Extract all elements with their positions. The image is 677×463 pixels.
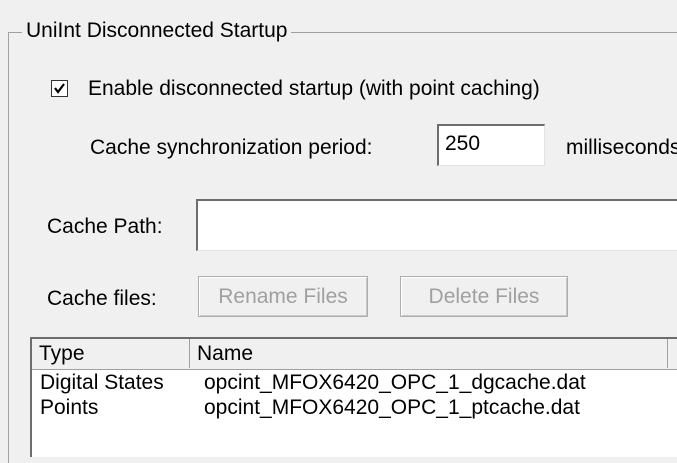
sync-period-input[interactable]: 250 [437,124,545,166]
cache-path-input[interactable] [196,199,677,251]
group-title: UniInt Disconnected Startup [22,19,292,43]
rename-files-button[interactable]: Rename Files [198,276,368,317]
row-name-cell: opcint_MFOX6420_OPC_1_dgcache.dat [204,371,586,394]
sync-period-unit: milliseconds [566,136,677,159]
checkmark-icon [54,83,65,94]
row-type-cell: Points [40,396,99,419]
row-type-cell: Digital States [40,371,164,394]
column-header-type[interactable]: Type [32,339,190,368]
cache-path-label: Cache Path: [47,215,163,238]
cache-files-list[interactable]: Type Name Digital States opcint_MFOX6420… [30,337,677,457]
row-name-cell: opcint_MFOX6420_OPC_1_ptcache.dat [204,396,580,419]
enable-disconnected-startup-label[interactable]: Enable disconnected startup (with point … [88,77,540,101]
list-header: Type Name [32,339,677,370]
column-header-name[interactable]: Name [190,339,668,368]
sync-period-value: 250 [445,132,481,155]
cache-files-label: Cache files: [47,287,157,310]
enable-disconnected-startup-checkbox[interactable] [51,80,68,97]
delete-files-button[interactable]: Delete Files [400,276,568,317]
sync-period-label: Cache synchronization period: [90,136,373,159]
